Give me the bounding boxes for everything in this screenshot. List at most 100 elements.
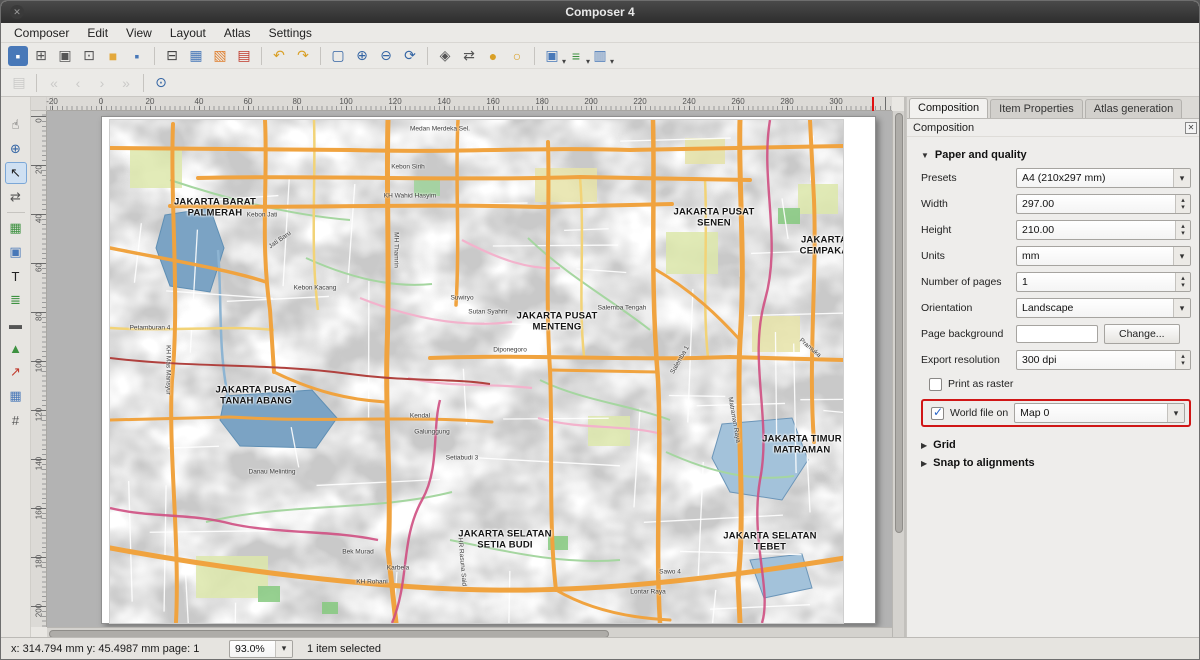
group-items-icon[interactable]: ▣▾: [541, 45, 563, 67]
spinner-arrows-icon[interactable]: [1175, 195, 1190, 213]
units-dropdown[interactable]: mm: [1016, 246, 1191, 266]
triangle-right-icon: [921, 439, 927, 451]
height-value: 210.00: [1017, 224, 1175, 236]
align-selected-items-icon[interactable]: ▥▾: [589, 45, 611, 67]
window-close-icon[interactable]: ✕: [10, 5, 24, 19]
export-resolution-value: 300 dpi: [1017, 354, 1175, 366]
panel-title: Composition: [913, 122, 974, 134]
add-new-map-icon[interactable]: ▦: [5, 217, 27, 239]
units-label: Units: [921, 250, 1016, 262]
ruler-label: 140: [35, 456, 44, 472]
units-row: Units mm: [921, 243, 1191, 269]
district-label-line: SETIA BUDI: [458, 540, 551, 551]
toolbar-separator: [427, 47, 428, 65]
redo-icon[interactable]: ↷: [292, 45, 314, 67]
toolbar-separator: [36, 74, 37, 92]
add-basic-shape-icon[interactable]: ▲: [5, 337, 27, 359]
spinner-arrows-icon[interactable]: [1175, 351, 1190, 369]
undo-icon[interactable]: ↶: [268, 45, 290, 67]
preview-atlas-icon[interactable]: ⊙: [150, 72, 172, 94]
zoom-full-icon[interactable]: ▢: [327, 45, 349, 67]
export-resolution-row: Export resolution 300 dpi: [921, 347, 1191, 373]
composition-canvas[interactable]: JAKARTA BARATPALMERAHJAKARTA PUSATSENENJ…: [47, 111, 892, 627]
raise-selected-items-icon[interactable]: ≡▾: [565, 45, 587, 67]
zoom-in-icon[interactable]: ⊕: [351, 45, 373, 67]
select-move-item-tool-icon[interactable]: ↖: [5, 162, 27, 184]
chevron-down-icon: [1173, 247, 1190, 265]
triangle-right-icon: [921, 457, 927, 469]
world-file-map-dropdown[interactable]: Map 0: [1014, 403, 1185, 423]
menu-view[interactable]: View: [117, 24, 161, 42]
unlock-all-items-icon[interactable]: ○: [506, 45, 528, 67]
menu-settings[interactable]: Settings: [260, 24, 321, 42]
street-label: Kebon Jati: [247, 212, 278, 219]
menu-atlas[interactable]: Atlas: [215, 24, 260, 42]
page-background-swatch[interactable]: [1016, 325, 1098, 343]
ruler-label: 180: [534, 97, 549, 106]
world-file-checkbox[interactable]: [931, 407, 944, 420]
duplicate-composition-icon[interactable]: ▣: [54, 45, 76, 67]
load-from-template-icon[interactable]: ■: [102, 45, 124, 67]
width-spinbox[interactable]: 297.00: [1016, 194, 1191, 214]
add-html-frame-icon[interactable]: #: [5, 409, 27, 431]
new-composition-icon[interactable]: ⊞: [30, 45, 52, 67]
section-snap-to-alignments[interactable]: Snap to alignments: [921, 457, 1191, 469]
map-item[interactable]: JAKARTA BARATPALMERAHJAKARTA PUSATSENENJ…: [109, 119, 844, 624]
menu-composer[interactable]: Composer: [5, 24, 78, 42]
add-image-icon[interactable]: ▣: [5, 241, 27, 263]
add-new-label-icon[interactable]: T: [5, 265, 27, 287]
tab-atlas-generation[interactable]: Atlas generation: [1085, 99, 1183, 118]
menu-layout[interactable]: Layout: [161, 24, 215, 42]
street-label: Kebon Sirih: [391, 164, 425, 171]
print-icon[interactable]: ⊟: [161, 45, 183, 67]
vertical-scrollbar-thumb[interactable]: [895, 113, 903, 533]
panel-close-icon[interactable]: [1185, 122, 1197, 134]
menu-edit[interactable]: Edit: [78, 24, 117, 42]
page-background-change-button[interactable]: Change...: [1104, 324, 1180, 344]
section-grid[interactable]: Grid: [921, 439, 1191, 451]
export-resolution-spinbox[interactable]: 300 dpi: [1016, 350, 1191, 370]
section-paper-and-quality[interactable]: Paper and quality: [921, 149, 1191, 161]
vertical-scrollbar[interactable]: [892, 111, 904, 639]
add-arrow-icon[interactable]: ↗: [5, 361, 27, 383]
ruler-label: 100: [338, 97, 353, 106]
district-label-line: JAKARTA TIMUR: [762, 434, 842, 445]
zoom-out-icon[interactable]: ⊖: [375, 45, 397, 67]
atlas-toolbar: ▤«‹›»⊙: [1, 69, 1199, 97]
save-as-template-icon[interactable]: ▪: [126, 45, 148, 67]
add-new-scalebar-icon[interactable]: ▬: [5, 313, 27, 335]
height-spinbox[interactable]: 210.00: [1016, 220, 1191, 240]
export-as-svg-icon[interactable]: ▧: [209, 45, 231, 67]
move-item-content-icon[interactable]: ⇄: [458, 45, 480, 67]
pan-composer-icon[interactable]: ☝: [5, 114, 27, 136]
dropdown-arrow-icon[interactable]: ▾: [610, 57, 614, 66]
move-item-content-tool-icon[interactable]: ⇄: [5, 186, 27, 208]
zoom-level-dropdown[interactable]: 93.0%: [229, 640, 293, 658]
composer-manager-icon[interactable]: ⊡: [78, 45, 100, 67]
add-new-legend-icon[interactable]: ≣: [5, 289, 27, 311]
tab-item-properties[interactable]: Item Properties: [990, 99, 1083, 118]
orientation-label: Orientation: [921, 302, 1016, 314]
add-attribute-table-icon[interactable]: ▦: [5, 385, 27, 407]
street-label: Matraman Raya: [727, 397, 742, 444]
lock-selected-items-icon[interactable]: ●: [482, 45, 504, 67]
save-project-icon[interactable]: ▪: [8, 46, 28, 66]
print-as-raster-checkbox[interactable]: [929, 378, 942, 391]
paper-page[interactable]: JAKARTA BARATPALMERAHJAKARTA PUSATSENENJ…: [101, 116, 876, 624]
spinner-arrows-icon[interactable]: [1175, 273, 1190, 291]
export-as-pdf-icon[interactable]: ▤: [233, 45, 255, 67]
refresh-view-icon[interactable]: ⟳: [399, 45, 421, 67]
zoom-composer-icon[interactable]: ⊕: [5, 138, 27, 160]
spinner-arrows-icon[interactable]: [1175, 221, 1190, 239]
ruler-label: 200: [35, 603, 44, 619]
units-value: mm: [1017, 250, 1173, 262]
orientation-dropdown[interactable]: Landscape: [1016, 298, 1191, 318]
select-move-item-icon[interactable]: ◈: [434, 45, 456, 67]
presets-dropdown[interactable]: A4 (210x297 mm): [1016, 168, 1191, 188]
export-as-image-icon[interactable]: ▦: [185, 45, 207, 67]
district-label-line: CEMPAKA: [800, 246, 844, 257]
ruler-label: 200: [583, 97, 598, 106]
number-of-pages-spinbox[interactable]: 1: [1016, 272, 1191, 292]
tab-composition[interactable]: Composition: [909, 98, 988, 118]
district-label-line: SENEN: [673, 218, 754, 229]
